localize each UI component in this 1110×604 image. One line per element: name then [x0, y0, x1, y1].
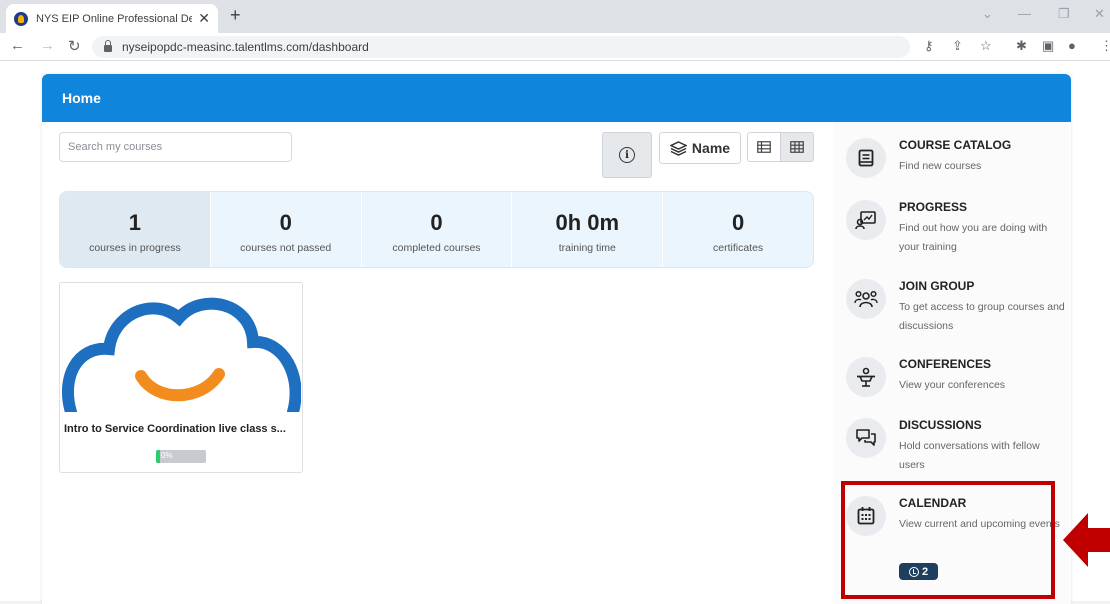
- page-title: Home: [62, 90, 101, 106]
- left-arrow-icon: [1063, 513, 1110, 567]
- reload-icon[interactable]: ↻: [68, 37, 81, 55]
- progress-label: 0%: [161, 451, 173, 460]
- stat-training-time[interactable]: 0h 0m training time: [512, 192, 664, 267]
- bookmark-star-icon[interactable]: ☆: [980, 38, 992, 54]
- sidebar-item-desc: View your conferences: [899, 379, 1006, 391]
- chat-icon: [846, 418, 886, 458]
- address-bar: ← → ↻ nyseipopdc-measinc.talentlms.com/d…: [0, 33, 1110, 61]
- layers-icon: [669, 140, 687, 156]
- sidebar-item-title: DISCUSSIONS: [899, 418, 982, 432]
- sidebar-item-title: PROGRESS: [899, 200, 968, 214]
- sidebar-item-title: CONFERENCES: [899, 357, 992, 371]
- side-panel-icon[interactable]: ▣: [1042, 38, 1054, 54]
- restore-icon[interactable]: ❐: [1058, 6, 1070, 22]
- stat-label: training time: [558, 242, 616, 254]
- book-icon: [846, 138, 886, 178]
- sidebar-item-desc: Find new courses: [899, 160, 982, 172]
- tab-close-icon[interactable]: ✕: [198, 10, 210, 27]
- search-input[interactable]: [59, 132, 292, 162]
- list-view-icon: [757, 141, 771, 153]
- stat-certificates[interactable]: 0 certificates: [663, 192, 813, 267]
- course-card[interactable]: Intro to Service Coordination live class…: [59, 282, 303, 473]
- progress-fill: [156, 450, 160, 463]
- course-title[interactable]: Intro to Service Coordination live class…: [64, 423, 286, 435]
- menu-icon[interactable]: ⋮: [1100, 38, 1110, 54]
- info-button[interactable]: i: [602, 132, 652, 178]
- lock-icon: [104, 39, 112, 52]
- stat-value: 0: [430, 210, 443, 235]
- conference-icon: [846, 357, 886, 397]
- url-field[interactable]: nyseipopdc-measinc.talentlms.com/dashboa…: [92, 36, 910, 58]
- stat-label: certificates: [712, 242, 764, 254]
- info-icon: i: [619, 147, 635, 163]
- stat-label: completed courses: [392, 242, 481, 254]
- tab-search-icon[interactable]: ⌄: [982, 6, 993, 22]
- stat-courses-in-progress[interactable]: 1 courses in progress: [60, 192, 211, 267]
- profile-icon[interactable]: ●: [1068, 38, 1076, 53]
- tab-title: NYS EIP Online Professional Deve: [36, 12, 193, 25]
- sidebar-item-title: COURSE CATALOG: [899, 138, 1012, 152]
- url-text: nyseipopdc-measinc.talentlms.com/dashboa…: [122, 40, 369, 54]
- grid-view-icon: [790, 141, 804, 153]
- sidebar-item-desc: To get access to group courses and discu…: [899, 301, 1065, 332]
- stat-value: 0: [731, 210, 745, 235]
- stat-value: 1: [128, 210, 142, 235]
- course-progress-bar: 0%: [156, 450, 206, 463]
- site-favicon-icon: [14, 11, 28, 26]
- extensions-icon[interactable]: ✱: [1016, 38, 1027, 54]
- sidebar-item-desc: Find out how you are doing with your tra…: [899, 222, 1048, 253]
- sidebar-item-title: JOIN GROUP: [899, 279, 975, 293]
- stat-value: 0: [279, 210, 292, 235]
- stats-panel: 1 courses in progress 0 courses not pass…: [59, 191, 814, 268]
- course-thumbnail[interactable]: [61, 284, 301, 412]
- back-icon[interactable]: ←: [10, 37, 25, 54]
- key-icon[interactable]: ⚷: [924, 38, 934, 54]
- calendar-highlight-box: [841, 481, 1055, 599]
- stat-label: courses in progress: [89, 242, 181, 254]
- cloud-smile-icon: [61, 297, 301, 412]
- new-tab-button[interactable]: +: [230, 5, 241, 26]
- progress-icon: [846, 200, 886, 240]
- share-icon[interactable]: ⇪: [952, 38, 963, 54]
- sort-label: Name: [691, 140, 731, 156]
- list-view-button[interactable]: [747, 132, 781, 162]
- stat-completed-courses[interactable]: 0 completed courses: [362, 192, 513, 267]
- stat-courses-not-passed[interactable]: 0 courses not passed: [211, 192, 362, 267]
- page-header: Home: [42, 74, 1071, 122]
- sidebar-item-desc: Hold conversations with fellow users: [899, 440, 1040, 471]
- close-window-icon[interactable]: ✕: [1094, 6, 1105, 22]
- forward-icon[interactable]: →: [40, 37, 55, 54]
- group-icon: [846, 279, 886, 319]
- browser-tab-bar: NYS EIP Online Professional Deve ✕ + ⌄ —…: [0, 0, 1110, 33]
- browser-tab[interactable]: NYS EIP Online Professional Deve ✕: [6, 4, 218, 33]
- stat-value: 0h 0m: [555, 210, 620, 235]
- minimize-icon[interactable]: —: [1018, 6, 1031, 21]
- stat-label: courses not passed: [240, 242, 332, 254]
- grid-view-button[interactable]: [780, 132, 814, 162]
- sort-name-button[interactable]: Name: [659, 132, 741, 164]
